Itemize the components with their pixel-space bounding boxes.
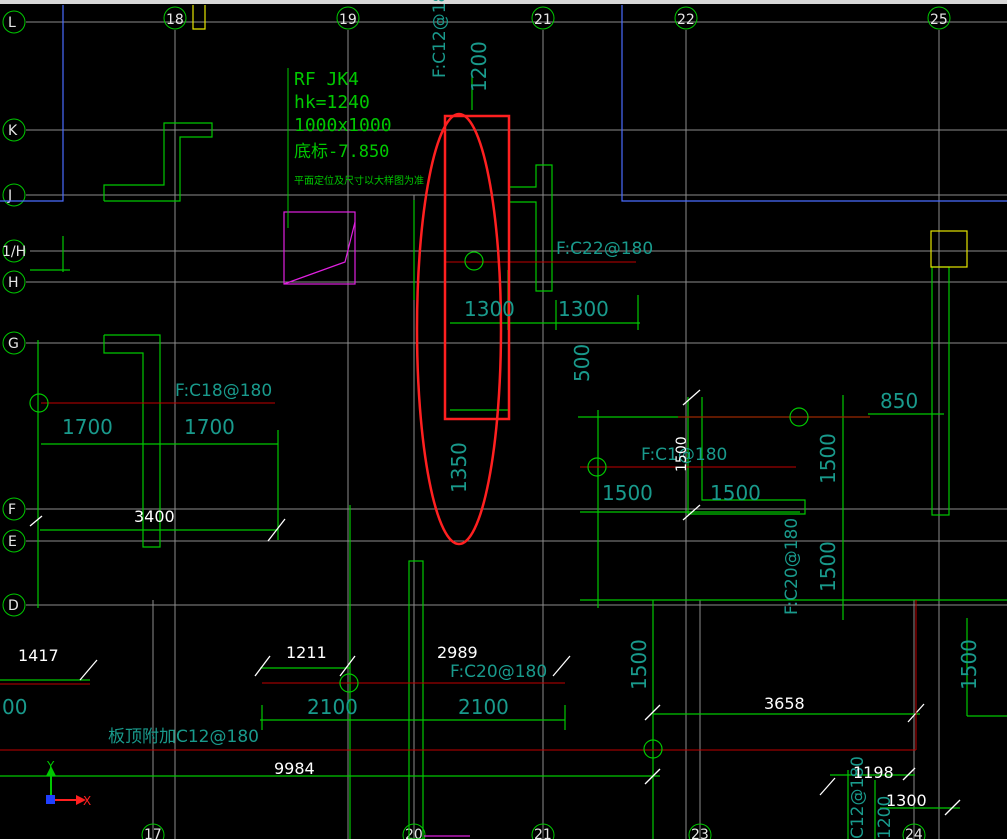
axis-row-K: K [8,123,18,139]
dimension-labels: 1200 1300 1300 500 1350 1700 1700 3400 8… [2,41,981,839]
axis-grid-lines [26,21,1007,839]
axis-row-D: D [8,598,19,614]
dim-1300-a: 1300 [464,297,515,321]
annotation-hk: hk=1240 [294,92,370,113]
ucs-y-label: Y [46,759,55,773]
rebar-c20-horizontal: F:C20@180 [450,662,547,682]
axis-row-L: L [8,15,16,31]
axis-row-G: G [8,336,19,352]
dim-1417: 1417 [18,646,59,665]
axis-row-E: E [8,534,17,550]
dim-1350: 1350 [447,442,471,493]
annotation-size: 1000x1000 [294,115,392,136]
dim-1211: 1211 [286,643,327,662]
axis-row-1H: 1/H [2,244,26,260]
axis-row-H: H [8,275,19,291]
dim-1500-right-lower: 1500 [816,541,840,592]
dim-2989: 2989 [437,643,478,662]
green-members [0,75,1007,839]
dim-1500-d: 1500 [957,639,981,690]
ucs-x-label: X [83,794,91,808]
axis-row-F: F [8,502,16,518]
dim-1700-b: 1700 [184,415,235,439]
dim-1200: 1200 [467,41,491,92]
axis-col-21: 21 [534,12,552,28]
dim-1500-c: 1500 [627,639,651,690]
axis-col-20: 20 [405,827,423,839]
ucs-icon: Y X [46,759,91,808]
axis-col-21-bottom: 21 [534,827,552,839]
dim-3658: 3658 [764,694,805,713]
dim-500: 500 [570,344,594,382]
dim-1500-a: 1500 [602,481,653,505]
pile-circles [29,251,809,759]
yellow-column-symbols [192,5,968,268]
dim-1198: 1198 [853,763,894,782]
axis-col-22: 22 [677,12,695,28]
dim-1500-b: 1500 [710,481,761,505]
axis-col-19: 19 [339,12,357,28]
dim-850: 850 [880,389,918,413]
rebar-c18: F:C18@180 [175,381,272,401]
axis-col-24: 24 [905,827,923,839]
blue-outlines [0,5,1007,202]
pit-annotation-block: RF JK4 hk=1240 1000x1000 底标-7.850 平面定位及尺… [287,68,424,228]
dim-1700-a: 1700 [62,415,113,439]
rebar-c22: F:C22@180 [556,239,653,259]
dim-1200-b: 1200 [875,796,895,839]
dim-00: 00 [2,695,27,719]
axis-col-17: 17 [144,827,162,839]
dim-1300-b: 1300 [558,297,609,321]
dim-1500-vertical-white: 1500 [674,436,690,472]
dim-2100-a: 2100 [307,695,358,719]
dim-9984: 9984 [274,759,315,778]
cad-drawing-canvas[interactable]: 18 19 21 22 25 17 20 21 23 24 L K J 1/H … [0,0,1007,839]
axis-col-23: 23 [691,827,709,839]
annotation-elevation: 底标-7.850 [294,142,389,162]
axis-col-25: 25 [930,12,948,28]
rebar-c20-vertical: F:C20@180 [782,518,802,615]
annotation-note: 平面定位及尺寸以大样图为准 [294,174,424,187]
rebar-c12-vertical: F:C12@180 [430,0,450,78]
annotation-code: RF JK4 [294,69,359,90]
axis-col-18: 18 [166,12,184,28]
dim-3400: 3400 [134,507,175,526]
dim-1500-right-upper: 1500 [816,433,840,484]
rebar-slab-c12: 板顶附加C12@180 [108,727,259,747]
dim-2100-b: 2100 [458,695,509,719]
